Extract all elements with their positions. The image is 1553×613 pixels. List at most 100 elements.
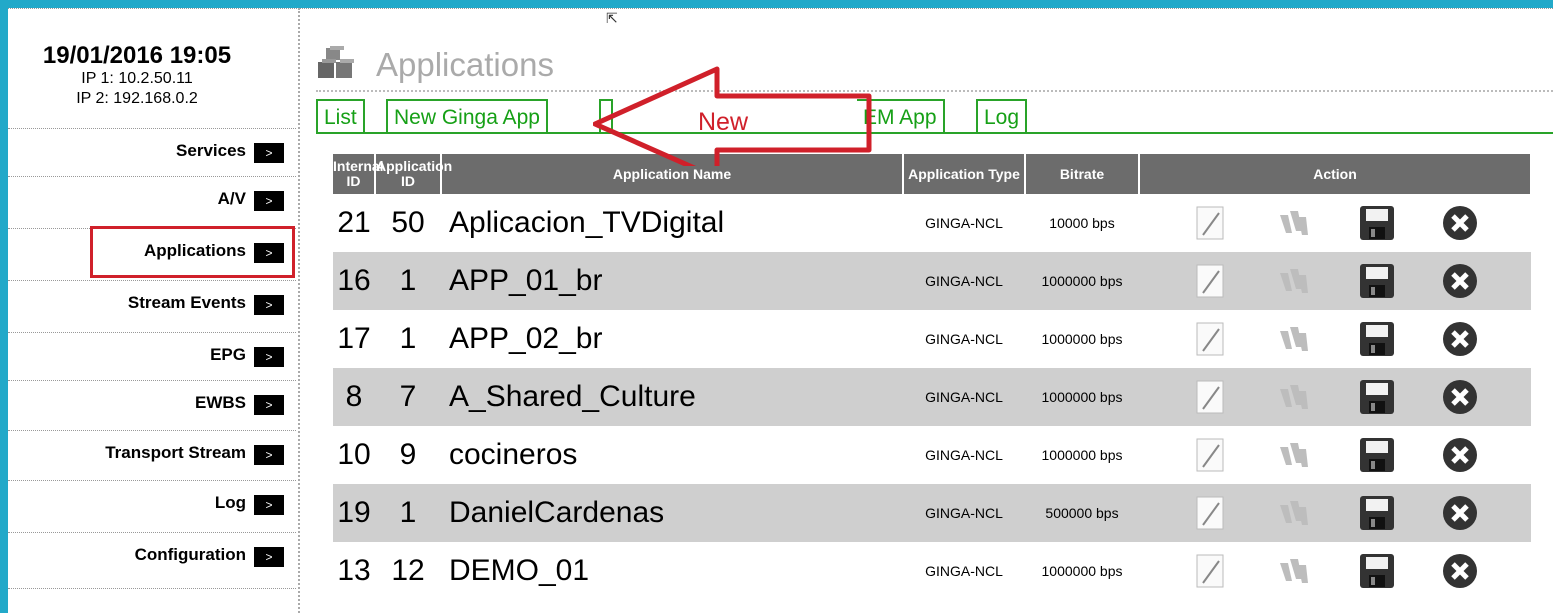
delete-icon[interactable] <box>1440 203 1480 243</box>
cell-application-name: DEMO_01 <box>441 542 903 600</box>
cell-application-id: 9 <box>375 426 441 484</box>
tab-list[interactable]: List <box>316 99 365 133</box>
edit-pencil-icon[interactable] <box>1191 435 1231 475</box>
cell-actions <box>1139 252 1531 310</box>
cell-actions <box>1139 542 1531 600</box>
delete-icon[interactable] <box>1440 435 1480 475</box>
sidebar-item-label: Services <box>176 141 246 160</box>
table-header-row: Internal ID Application ID Application N… <box>333 154 1532 194</box>
broadcast-icon[interactable] <box>1274 377 1314 417</box>
sidebar-item-label: A/V <box>217 189 246 208</box>
cell-application-id: 1 <box>375 484 441 542</box>
arrow-button[interactable]: > <box>254 395 284 415</box>
cell-application-type: GINGA-NCL <box>903 484 1025 542</box>
table-row: 21 50 Aplicacion_TVDigital GINGA-NCL 10000 b… <box>333 194 1531 252</box>
ip-address-2: IP 2: 192.168.0.2 <box>76 90 198 107</box>
arrow-button[interactable]: > <box>254 445 284 465</box>
applications-table: Internal ID Application ID Application N… <box>333 154 1532 600</box>
delete-icon[interactable] <box>1440 261 1480 301</box>
cell-bitrate: 1000000 bps <box>1025 310 1139 368</box>
edit-pencil-icon[interactable] <box>1191 551 1231 591</box>
sidebar-item-ewbs[interactable]: EWBS > <box>8 380 296 429</box>
cell-internal-id: 10 <box>333 426 375 484</box>
cell-application-type: GINGA-NCL <box>903 194 1025 252</box>
sidebar-item-configuration[interactable]: Configuration > <box>8 532 296 581</box>
page-title: Applications <box>376 46 554 83</box>
annotation-label: New <box>698 108 749 136</box>
save-floppy-icon[interactable] <box>1357 435 1397 475</box>
delete-icon[interactable] <box>1440 551 1480 591</box>
sidebar-item-av[interactable]: A/V > <box>8 176 296 225</box>
save-floppy-icon[interactable] <box>1357 493 1397 533</box>
broadcast-icon[interactable] <box>1274 203 1314 243</box>
app-frame: 19/01/2016 19:05 IP 1: 10.2.50.11 IP 2: … <box>8 8 1553 613</box>
arrow-button[interactable]: > <box>254 495 284 515</box>
cell-bitrate: 1000000 bps <box>1025 368 1139 426</box>
table-row: 13 12 DEMO_01 GINGA-NCL 1000000 bps <box>333 542 1531 600</box>
cell-application-name: APP_02_br <box>441 310 903 368</box>
cell-application-name: Aplicacion_TVDigital <box>441 194 903 252</box>
table-row: 19 1 DanielCardenas GINGA-NCL 500000 bps <box>333 484 1531 542</box>
sidebar-item-label: Stream Events <box>127 293 246 312</box>
edit-pencil-icon[interactable] <box>1191 493 1231 533</box>
sidebar-item-label: EWBS <box>195 393 246 412</box>
tab-new-ginga-app[interactable]: New Ginga App <box>386 99 548 133</box>
broadcast-icon[interactable] <box>1274 435 1314 475</box>
delete-icon[interactable] <box>1440 377 1480 417</box>
arrow-button[interactable]: > <box>254 347 284 367</box>
mouse-cursor-icon: ⇱ <box>606 10 618 26</box>
cell-actions <box>1139 426 1531 484</box>
cell-application-type: GINGA-NCL <box>903 426 1025 484</box>
cell-application-type: GINGA-NCL <box>903 368 1025 426</box>
edit-pencil-icon[interactable] <box>1191 261 1231 301</box>
cell-application-id: 50 <box>375 194 441 252</box>
cell-internal-id: 19 <box>333 484 375 542</box>
save-floppy-icon[interactable] <box>1357 551 1397 591</box>
cell-internal-id: 8 <box>333 368 375 426</box>
header-application-type: Application Type <box>903 154 1026 194</box>
edit-pencil-icon[interactable] <box>1191 319 1231 359</box>
delete-icon[interactable] <box>1440 319 1480 359</box>
save-floppy-icon[interactable] <box>1357 203 1397 243</box>
broadcast-icon[interactable] <box>1274 319 1314 359</box>
cell-bitrate: 1000000 bps <box>1025 426 1139 484</box>
cell-bitrate: 1000000 bps <box>1025 542 1139 600</box>
arrow-button[interactable]: > <box>254 143 284 163</box>
arrow-button[interactable]: > <box>254 547 284 567</box>
header-bitrate: Bitrate <box>1025 154 1140 194</box>
cell-application-type: GINGA-NCL <box>903 252 1025 310</box>
datetime: 19/01/2016 19:05 <box>42 42 232 69</box>
cell-internal-id: 17 <box>333 310 375 368</box>
sidebar-item-label: Log <box>214 493 246 512</box>
cubes-icon <box>318 46 354 78</box>
cell-application-name: cocineros <box>441 426 903 484</box>
main-content: Applications List New Ginga App EM App L… <box>301 8 1553 613</box>
ip-address-1: IP 1: 10.2.50.11 <box>81 70 193 87</box>
cell-application-type: GINGA-NCL <box>903 542 1025 600</box>
broadcast-icon[interactable] <box>1274 493 1314 533</box>
delete-icon[interactable] <box>1440 493 1480 533</box>
save-floppy-icon[interactable] <box>1357 377 1397 417</box>
sidebar-item-epg[interactable]: EPG > <box>8 332 296 381</box>
save-floppy-icon[interactable] <box>1357 319 1397 359</box>
tab-log[interactable]: Log <box>976 99 1028 133</box>
sidebar-item-stream-events[interactable]: Stream Events > <box>8 280 296 329</box>
table-row: 17 1 APP_02_br GINGA-NCL 1000000 bps <box>333 310 1531 368</box>
broadcast-icon[interactable] <box>1274 551 1314 591</box>
cell-actions <box>1139 310 1531 368</box>
save-floppy-icon[interactable] <box>1357 261 1397 301</box>
sidebar-item-services[interactable]: Services > <box>8 128 296 177</box>
sidebar-item-transport-stream[interactable]: Transport Stream > <box>8 430 296 479</box>
cell-actions <box>1139 484 1531 542</box>
sidebar-item-label: Transport Stream <box>105 443 246 462</box>
edit-pencil-icon[interactable] <box>1191 377 1231 417</box>
arrow-button[interactable]: > <box>254 295 284 315</box>
cell-application-id: 7 <box>375 368 441 426</box>
arrow-button[interactable]: > <box>254 191 284 211</box>
broadcast-icon[interactable] <box>1274 261 1314 301</box>
edit-pencil-icon[interactable] <box>1191 203 1231 243</box>
cell-internal-id: 13 <box>333 542 375 600</box>
tab-baseline <box>316 132 1553 134</box>
sidebar-item-log[interactable]: Log > <box>8 480 296 529</box>
cell-application-id: 12 <box>375 542 441 600</box>
